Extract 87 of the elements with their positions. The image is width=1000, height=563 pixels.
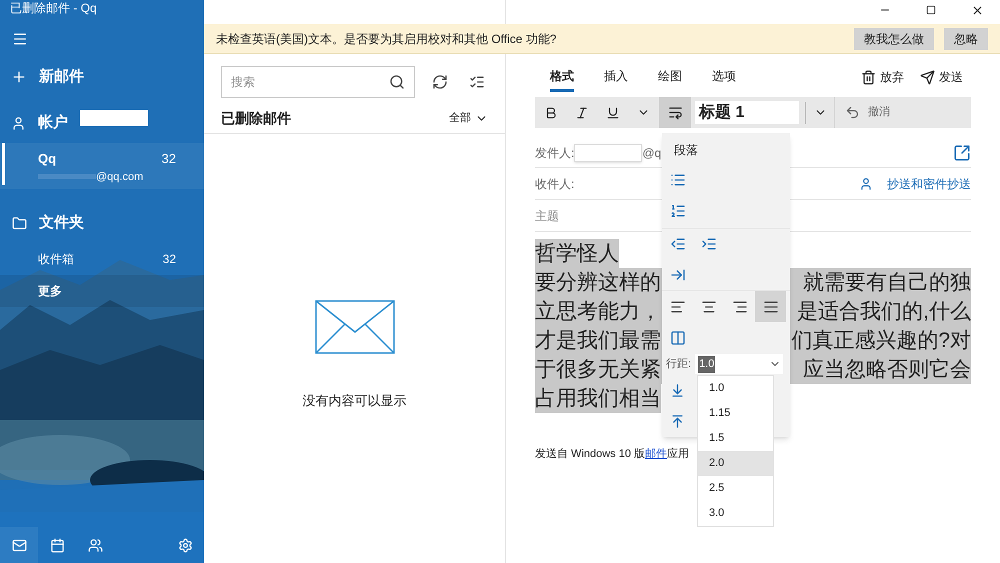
- redaction-box: [574, 144, 642, 162]
- folder-item[interactable]: 更多: [0, 275, 204, 307]
- folders-heading: 文件夹: [39, 212, 84, 233]
- space-before-icon: [670, 383, 685, 398]
- ribbon-tab[interactable]: 绘图: [658, 62, 682, 92]
- notification-button[interactable]: 忽略: [944, 28, 988, 50]
- spacing-icon: [670, 330, 686, 346]
- paragraph-button[interactable]: [659, 97, 691, 128]
- send-button[interactable]: 发送: [920, 68, 963, 86]
- line-spacing-option[interactable]: 2.5: [698, 476, 773, 501]
- notification-text: 未检查英语(美国)文本。是否要为其启用校对和其他 Office 功能?: [216, 30, 558, 48]
- line-spacing-option[interactable]: 1.5: [698, 426, 773, 451]
- align-left-icon: [670, 298, 686, 315]
- search-icon: [388, 74, 404, 90]
- redaction-box: [80, 110, 148, 126]
- body-text: 哲学怪人: [535, 239, 619, 268]
- folder-title: 已删除邮件: [221, 109, 291, 128]
- calendar-icon: [50, 538, 64, 552]
- line-spacing-select[interactable]: 1.0: [695, 354, 784, 374]
- pop-out-icon: [953, 144, 971, 162]
- folder-icon: [12, 216, 27, 230]
- nav-button[interactable]: [0, 527, 38, 563]
- window-title: 已删除邮件 - Qq: [9, 0, 98, 17]
- undo-button[interactable]: 撤消: [835, 104, 890, 121]
- underline-icon: [606, 106, 620, 120]
- select-icon: [468, 74, 485, 90]
- align-right-icon: [732, 298, 748, 315]
- person-icon: [11, 116, 26, 130]
- folder-item[interactable]: 收件箱 32: [0, 243, 204, 275]
- flyout-title: 段落: [673, 142, 699, 159]
- accounts-heading: 帐户: [38, 112, 68, 133]
- undo-icon: [845, 105, 860, 120]
- account-email: @qq.com: [96, 170, 144, 184]
- search-input[interactable]: 搜索: [231, 73, 388, 91]
- ribbon-tab[interactable]: 插入: [604, 62, 628, 92]
- unread-count: 32: [162, 150, 176, 168]
- person-icon: [859, 176, 873, 190]
- space-after-icon: [670, 414, 685, 430]
- trash-icon: [861, 70, 876, 84]
- filter-dropdown[interactable]: 全部: [449, 110, 488, 127]
- settings-icon: [178, 538, 192, 552]
- mail-icon: [12, 538, 26, 552]
- mail-link[interactable]: 邮件: [645, 448, 668, 460]
- send-icon: [920, 70, 935, 84]
- menu-icon: [12, 31, 28, 47]
- to-label: 收件人:: [535, 176, 574, 192]
- selection-indicator: [2, 143, 5, 185]
- discard-button[interactable]: 放弃: [861, 68, 904, 86]
- ribbon-tab[interactable]: 选项: [712, 62, 736, 92]
- body-text: 们真正感兴趣的?对: [791, 328, 971, 354]
- outdent-icon: [670, 236, 686, 252]
- cc-bcc-link[interactable]: 抄送和密件抄送: [859, 174, 971, 192]
- bullet-list-icon: [670, 172, 686, 188]
- empty-state-text: 没有内容可以显示: [302, 392, 406, 410]
- indent-icon: [700, 236, 716, 252]
- people-icon: [88, 538, 102, 552]
- body-text: 占用我们相当: [535, 384, 661, 413]
- sync-icon: [432, 74, 448, 90]
- plus-icon: [11, 69, 27, 85]
- search-field[interactable]: 搜索: [221, 66, 414, 98]
- body-text: 应当忽略否则它会: [803, 357, 971, 383]
- align-button[interactable]: [755, 291, 786, 322]
- style-field[interactable]: 标题 1: [695, 101, 799, 124]
- line-spacing-option[interactable]: 1.0: [698, 376, 773, 401]
- envelope-icon: [314, 300, 394, 354]
- account-name: Qq: [38, 150, 56, 168]
- line-spacing-label: 行距:: [666, 357, 692, 372]
- sender-address: @q: [642, 144, 662, 162]
- numbered-list-icon: [670, 203, 686, 220]
- notification-button[interactable]: 教我怎么做: [854, 28, 934, 50]
- line-spacing-option[interactable]: 1.15: [698, 401, 773, 426]
- account-item[interactable]: Qq 32 @qq.com: [0, 143, 204, 189]
- italic-icon: [574, 106, 588, 120]
- signature-text: 发送自 Windows 10 版邮件应用: [535, 446, 690, 462]
- maximize-icon: [926, 5, 936, 15]
- align-center-icon: [700, 298, 716, 315]
- body-text: 就需要有自己的独: [803, 270, 971, 296]
- redaction-bar: [38, 174, 96, 180]
- new-mail-button[interactable]: 新邮件: [0, 57, 204, 97]
- line-spacing-option[interactable]: 2.0: [698, 451, 773, 476]
- body-text: 是适合我们的,什么: [797, 299, 971, 325]
- ribbon-tab[interactable]: 格式: [550, 62, 574, 92]
- align-justify-icon: [762, 298, 778, 315]
- paragraph-icon: [668, 105, 682, 120]
- from-label: 发件人:: [535, 144, 574, 162]
- line-spacing-option[interactable]: 3.0: [698, 501, 773, 526]
- close-icon: [970, 4, 984, 16]
